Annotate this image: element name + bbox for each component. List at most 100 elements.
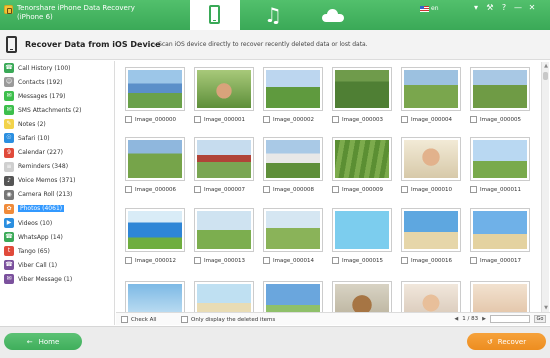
sidebar-item[interactable]: ☎ Call History (100): [0, 61, 114, 75]
photo-thumbnail[interactable]: [470, 67, 530, 111]
photo-tile[interactable]: [470, 281, 537, 312]
only-deleted-option[interactable]: Only display the deleted items: [181, 316, 275, 323]
sidebar-item[interactable]: ☎ WhatsApp (14): [0, 230, 114, 244]
tab-icloud-backup[interactable]: [322, 9, 344, 22]
photo-tile[interactable]: [263, 281, 330, 312]
grid-scrollbar[interactable]: ▲ ▼: [541, 62, 549, 312]
photo-tile[interactable]: [332, 281, 399, 312]
photo-checkbox[interactable]: [332, 116, 339, 123]
sidebar-item[interactable]: ✉ Viber Message (1): [0, 272, 114, 286]
photo-checkbox[interactable]: [263, 257, 270, 264]
page-number-input[interactable]: [490, 315, 530, 323]
sidebar-item[interactable]: ☉ Safari (10): [0, 131, 114, 145]
photo-thumbnail[interactable]: [401, 281, 461, 312]
scroll-up-icon[interactable]: ▲: [543, 63, 549, 69]
sidebar-item[interactable]: ✎ Notes (2): [0, 117, 114, 131]
photo-tile[interactable]: Image_000004: [401, 67, 468, 123]
photo-thumbnail[interactable]: [401, 67, 461, 111]
tools-icon[interactable]: ⚒: [486, 3, 494, 13]
go-button[interactable]: Go: [534, 315, 546, 323]
photo-thumbnail[interactable]: [263, 281, 323, 312]
photo-tile[interactable]: Image_000005: [470, 67, 537, 123]
photo-thumbnail[interactable]: [194, 67, 254, 111]
photo-tile[interactable]: Image_000001: [194, 67, 261, 123]
photo-checkbox[interactable]: [125, 257, 132, 264]
sidebar-item[interactable]: ≡ Reminders (348): [0, 160, 114, 174]
photo-checkbox[interactable]: [263, 116, 270, 123]
photo-thumbnail[interactable]: [470, 281, 530, 312]
scroll-down-icon[interactable]: ▼: [543, 305, 549, 311]
sidebar-item[interactable]: ✿ Photos (4061): [0, 202, 114, 216]
photo-checkbox[interactable]: [401, 257, 408, 264]
photo-tile[interactable]: Image_000000: [125, 67, 192, 123]
photo-tile[interactable]: Image_000014: [263, 208, 330, 264]
photo-checkbox[interactable]: [194, 186, 201, 193]
photo-checkbox[interactable]: [125, 116, 132, 123]
sidebar-item[interactable]: ▶ Videos (10): [0, 216, 114, 230]
photo-checkbox[interactable]: [332, 257, 339, 264]
photo-tile[interactable]: [194, 281, 261, 312]
minimize-icon[interactable]: —: [514, 3, 522, 13]
sidebar-item[interactable]: t Tango (65): [0, 244, 114, 258]
photo-checkbox[interactable]: [470, 257, 477, 264]
only-deleted-checkbox[interactable]: [181, 316, 188, 323]
photo-thumbnail[interactable]: [263, 208, 323, 252]
photo-checkbox[interactable]: [401, 116, 408, 123]
photo-thumbnail[interactable]: [125, 67, 185, 111]
photo-tile[interactable]: Image_000007: [194, 137, 261, 193]
tab-itunes-backup[interactable]: ♫: [258, 3, 288, 27]
sidebar-item[interactable]: 9 Calendar (227): [0, 146, 114, 160]
sidebar-item[interactable]: ♪ Voice Memos (371): [0, 174, 114, 188]
sidebar-item[interactable]: ☎ Viber Call (1): [0, 258, 114, 272]
close-icon[interactable]: ✕: [528, 3, 536, 13]
photo-thumbnail[interactable]: [401, 137, 461, 181]
recover-button[interactable]: ↺ Recover: [467, 333, 546, 350]
photo-thumbnail[interactable]: [125, 137, 185, 181]
check-all-option[interactable]: Check All: [121, 316, 157, 323]
photo-checkbox[interactable]: [263, 186, 270, 193]
photo-tile[interactable]: Image_000012: [125, 208, 192, 264]
prev-page-icon[interactable]: ◀: [454, 316, 458, 322]
photo-tile[interactable]: Image_000015: [332, 208, 399, 264]
photo-tile[interactable]: Image_000017: [470, 208, 537, 264]
photo-tile[interactable]: Image_000009: [332, 137, 399, 193]
photo-thumbnail[interactable]: [263, 67, 323, 111]
sidebar-item[interactable]: ☺ Contacts (192): [0, 75, 114, 89]
photo-thumbnail[interactable]: [332, 281, 392, 312]
photo-thumbnail[interactable]: [332, 137, 392, 181]
photo-tile[interactable]: [125, 281, 192, 312]
photo-thumbnail[interactable]: [332, 67, 392, 111]
next-page-icon[interactable]: ▶: [482, 316, 486, 322]
photo-thumbnail[interactable]: [263, 137, 323, 181]
photo-thumbnail[interactable]: [470, 137, 530, 181]
scroll-thumb[interactable]: [543, 72, 548, 80]
photo-tile[interactable]: Image_000006: [125, 137, 192, 193]
language-selector[interactable]: en: [420, 4, 439, 13]
menu-dropdown-icon[interactable]: ▾: [472, 3, 480, 13]
photo-thumbnail[interactable]: [125, 208, 185, 252]
photo-tile[interactable]: Image_000013: [194, 208, 261, 264]
photo-checkbox[interactable]: [125, 186, 132, 193]
photo-tile[interactable]: [401, 281, 468, 312]
tab-device-recovery[interactable]: [190, 0, 240, 30]
photo-tile[interactable]: Image_000008: [263, 137, 330, 193]
photo-thumbnail[interactable]: [194, 281, 254, 312]
sidebar-item[interactable]: ◉ Camera Roll (213): [0, 188, 114, 202]
photo-thumbnail[interactable]: [332, 208, 392, 252]
photo-checkbox[interactable]: [470, 186, 477, 193]
home-button[interactable]: ← Home: [4, 333, 82, 350]
photo-thumbnail[interactable]: [125, 281, 185, 312]
photo-tile[interactable]: Image_000002: [263, 67, 330, 123]
photo-tile[interactable]: Image_000011: [470, 137, 537, 193]
photo-tile[interactable]: Image_000010: [401, 137, 468, 193]
check-all-checkbox[interactable]: [121, 316, 128, 323]
photo-tile[interactable]: Image_000016: [401, 208, 468, 264]
help-icon[interactable]: ?: [500, 3, 508, 13]
photo-thumbnail[interactable]: [470, 208, 530, 252]
photo-tile[interactable]: Image_000003: [332, 67, 399, 123]
photo-checkbox[interactable]: [401, 186, 408, 193]
photo-checkbox[interactable]: [194, 257, 201, 264]
photo-checkbox[interactable]: [470, 116, 477, 123]
photo-thumbnail[interactable]: [194, 208, 254, 252]
photo-thumbnail[interactable]: [401, 208, 461, 252]
